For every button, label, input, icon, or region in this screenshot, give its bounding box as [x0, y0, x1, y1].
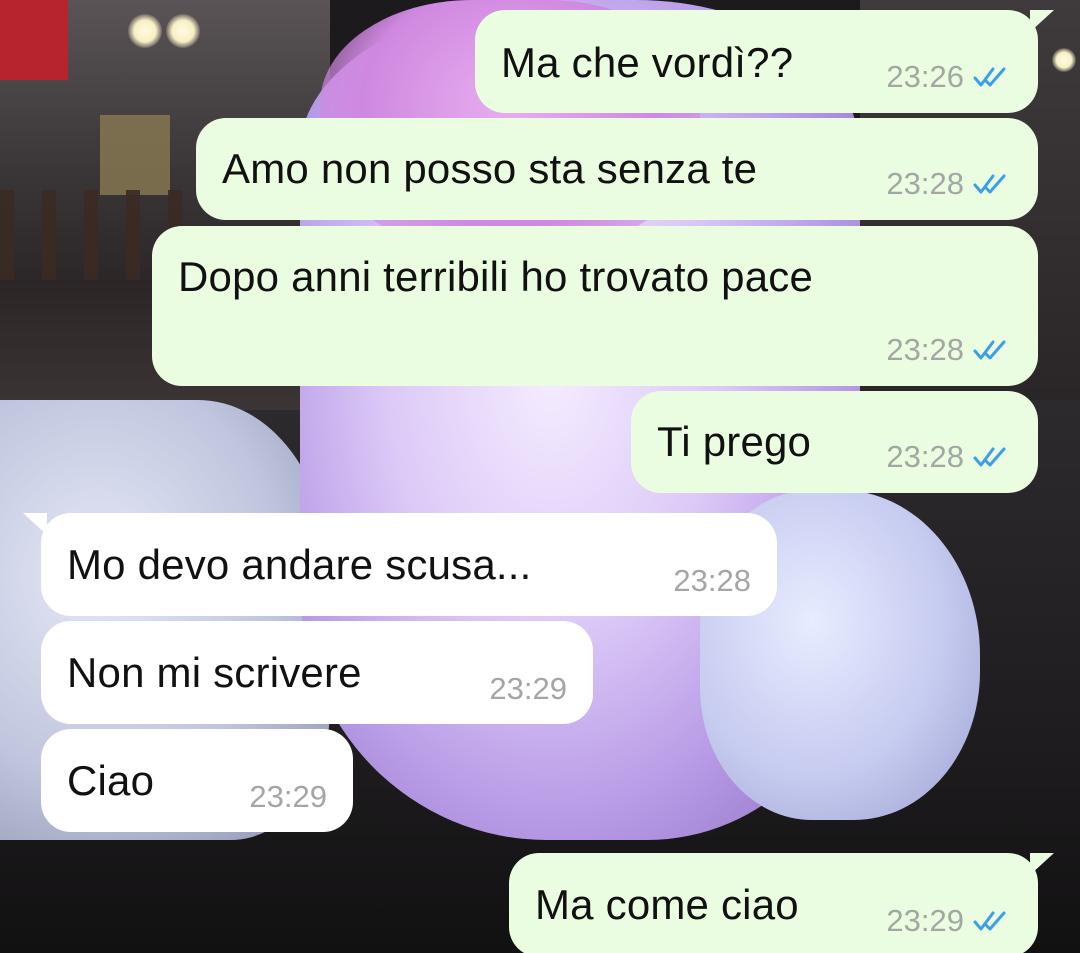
- message-meta: 23:29: [489, 671, 567, 707]
- message-meta: 23:28: [886, 439, 1016, 475]
- message-text: Ma come ciao: [535, 881, 799, 928]
- message-bubble-outgoing[interactable]: Dopo anni terribili ho trovato pace 23:2…: [152, 226, 1038, 386]
- wallpaper-street-lamp-3: [1052, 48, 1076, 72]
- message-time: 23:29: [886, 903, 964, 938]
- chat-view[interactable]: Ma che vordì?? 23:26 Amo non posso sta s…: [0, 0, 1080, 953]
- message-bubble-outgoing[interactable]: Ti prego 23:28: [631, 391, 1038, 493]
- message-meta: 23:28: [886, 166, 1016, 202]
- message-meta: 23:28: [886, 332, 1016, 368]
- double-check-icon: [973, 911, 1006, 931]
- message-time: 23:28: [886, 166, 964, 201]
- message-text: Ciao: [67, 757, 155, 804]
- message-time: 23:28: [673, 563, 751, 598]
- wallpaper-street-lamp-1: [128, 14, 162, 48]
- message-meta: 23:29: [249, 779, 327, 815]
- message-bubble-incoming[interactable]: Mo devo andare scusa... 23:28: [23, 513, 777, 616]
- message-bubble-outgoing[interactable]: Ma come ciao 23:29: [509, 853, 1054, 953]
- double-check-icon: [973, 174, 1006, 194]
- message-meta: 23:26: [886, 59, 1016, 95]
- double-check-icon: [973, 340, 1006, 360]
- double-check-icon: [973, 67, 1006, 87]
- message-time: 23:28: [886, 439, 964, 474]
- message-time: 23:29: [489, 671, 567, 706]
- message-bubble-incoming[interactable]: Non mi scrivere 23:29: [41, 621, 593, 724]
- wallpaper-shop-sign: [0, 0, 68, 80]
- message-text: Dopo anni terribili ho trovato pace: [178, 253, 814, 300]
- message-meta: 23:29: [886, 903, 1016, 939]
- message-text: Amo non posso sta senza te: [222, 145, 758, 192]
- bubble-tail: [23, 513, 47, 535]
- wallpaper-street-lamp-2: [166, 14, 200, 48]
- double-check-icon: [973, 447, 1006, 467]
- message-bubble-outgoing[interactable]: Amo non posso sta senza te 23:28: [196, 118, 1038, 220]
- message-text: Ti prego: [657, 418, 812, 465]
- message-time: 23:29: [249, 779, 327, 814]
- message-time: 23:28: [886, 332, 964, 367]
- message-text: Ma che vordì??: [501, 39, 794, 86]
- wallpaper-lit-window: [100, 115, 170, 195]
- message-time: 23:26: [886, 59, 964, 94]
- bubble-tail: [1030, 10, 1054, 32]
- message-meta: 23:28: [673, 563, 751, 599]
- message-bubble-outgoing[interactable]: Ma che vordì?? 23:26: [475, 10, 1054, 113]
- message-text: Non mi scrivere: [67, 649, 362, 696]
- message-text: Mo devo andare scusa...: [67, 541, 532, 588]
- message-bubble-incoming[interactable]: Ciao 23:29: [41, 729, 353, 832]
- bubble-tail: [1030, 853, 1054, 875]
